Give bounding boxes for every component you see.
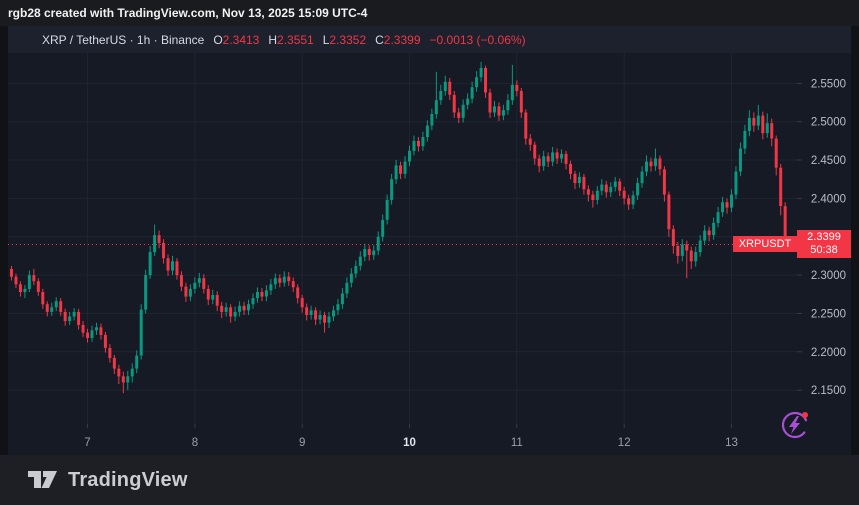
footer-bar: TradingView <box>0 455 859 505</box>
symbol-title[interactable]: XRP / TetherUS · 1h · Binance <box>42 33 204 47</box>
candlestick-chart[interactable]: 2.60002.55002.50002.45002.40002.35002.30… <box>8 26 851 455</box>
svg-text:2.3000: 2.3000 <box>811 270 846 282</box>
svg-text:2.2000: 2.2000 <box>811 347 846 359</box>
ohlc-low: L2.3352 <box>323 33 366 47</box>
chart-legend: XRP / TetherUS · 1h · Binance O2.3413 H2… <box>8 26 851 53</box>
svg-text:2.4500: 2.4500 <box>811 155 846 167</box>
svg-text:2.5000: 2.5000 <box>811 117 846 129</box>
svg-text:9: 9 <box>299 437 305 449</box>
ohlc-open: O2.3413 <box>213 33 259 47</box>
svg-text:2.2500: 2.2500 <box>811 309 846 321</box>
title-bar: rgb28 created with TradingView.com, Nov … <box>0 0 859 26</box>
svg-text:12: 12 <box>618 437 631 449</box>
ohlc-close: C2.3399 <box>375 33 420 47</box>
svg-text:2.5500: 2.5500 <box>811 78 846 90</box>
svg-text:2.1500: 2.1500 <box>811 385 846 397</box>
svg-text:2.4000: 2.4000 <box>811 193 846 205</box>
title-bar-text: rgb28 created with TradingView.com, Nov … <box>8 6 367 20</box>
svg-text:11: 11 <box>511 437 523 449</box>
price-line-symbol-badge: XRPUSDT <box>733 236 797 252</box>
svg-text:8: 8 <box>192 437 198 449</box>
tradingview-logo-text: TradingView <box>68 469 188 492</box>
tradingview-logo[interactable]: TradingView <box>28 469 188 492</box>
chart-panel: XRP / TetherUS · 1h · Binance O2.3413 H2… <box>8 26 851 455</box>
svg-text:7: 7 <box>84 437 90 449</box>
last-price-badge: 2.3399 50:38 <box>797 230 851 258</box>
ohlc-high: H2.3551 <box>268 33 313 47</box>
svg-text:13: 13 <box>725 437 738 449</box>
price-change: −0.0013 (−0.06%) <box>430 33 526 47</box>
svg-text:10: 10 <box>403 437 416 449</box>
lightning-bolt-icon[interactable] <box>778 408 812 442</box>
tradingview-mark-icon <box>28 471 58 489</box>
last-price-value: 2.3399 <box>807 231 841 244</box>
bar-countdown: 50:38 <box>810 244 838 257</box>
